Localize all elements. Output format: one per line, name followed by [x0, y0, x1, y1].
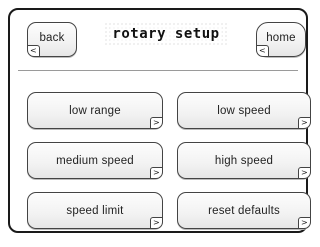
- right-arrow-icon: >: [298, 167, 311, 179]
- back-button[interactable]: back <: [27, 22, 77, 57]
- home-button-label: home: [266, 31, 296, 44]
- reset-defaults-button[interactable]: reset defaults >: [177, 192, 311, 229]
- reset-defaults-button-label: reset defaults: [208, 204, 280, 217]
- speed-limit-button[interactable]: speed limit >: [27, 192, 163, 229]
- medium-speed-button[interactable]: medium speed >: [27, 142, 163, 179]
- low-speed-button-label: low speed: [217, 104, 271, 117]
- left-arrow-icon: <: [27, 45, 40, 57]
- right-arrow-icon: >: [298, 217, 311, 229]
- speed-limit-button-label: speed limit: [66, 204, 124, 217]
- high-speed-button[interactable]: high speed >: [177, 142, 311, 179]
- low-range-button-label: low range: [69, 104, 121, 117]
- high-speed-button-label: high speed: [214, 154, 274, 167]
- low-speed-button[interactable]: low speed >: [177, 92, 311, 129]
- left-arrow-icon: <: [256, 45, 269, 57]
- back-button-label: back: [39, 31, 65, 44]
- home-button[interactable]: home <: [256, 22, 306, 57]
- page-title-area: rotary setup: [104, 22, 228, 46]
- low-range-button[interactable]: low range >: [27, 92, 163, 129]
- right-arrow-icon: >: [298, 117, 311, 129]
- page-title: rotary setup: [110, 26, 222, 42]
- header-divider: [18, 70, 298, 71]
- medium-speed-button-label: medium speed: [56, 154, 134, 167]
